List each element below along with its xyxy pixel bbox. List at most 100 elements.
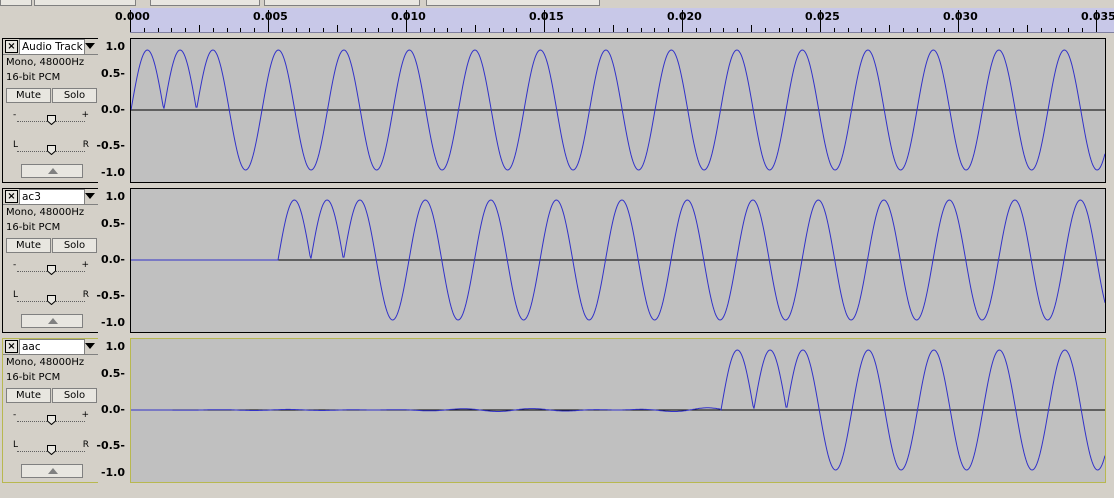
pan-left-label: L: [13, 140, 19, 150]
track-name-menu[interactable]: aac: [19, 339, 85, 355]
gain-slider[interactable]: - +: [13, 260, 89, 277]
close-track-icon[interactable]: ×: [5, 40, 18, 53]
pan-slider[interactable]: L R: [13, 440, 89, 457]
ruler-tick: [392, 28, 394, 32]
collapse-track-button[interactable]: [21, 164, 83, 178]
mute-button[interactable]: Mute: [6, 88, 51, 103]
ruler-tick: [613, 25, 614, 32]
gain-plus-label: +: [81, 410, 89, 420]
collapse-track-button[interactable]: [21, 464, 83, 478]
ruler-tick: [1082, 28, 1084, 32]
amplitude-label: 1.0: [105, 40, 126, 53]
pan-slider[interactable]: L R: [13, 290, 89, 307]
collapse-arrow-icon: [48, 318, 58, 324]
ruler-tick: [709, 28, 711, 32]
amplitude-label: 0.5-: [100, 217, 125, 230]
gain-minus-label: -: [13, 410, 17, 420]
amplitude-label: 0.5-: [100, 367, 125, 380]
toolbar-control[interactable]: [264, 0, 420, 6]
ruler-tick: [640, 28, 642, 32]
solo-button[interactable]: Solo: [52, 388, 97, 403]
ruler-tick-label: 0.010: [391, 10, 426, 23]
pan-right-label: R: [82, 440, 89, 450]
ruler-tick: [295, 28, 297, 32]
ruler-tick: [1013, 28, 1015, 32]
ruler-tick: [1027, 25, 1028, 32]
mute-solo-row: Mute Solo: [6, 388, 97, 403]
pan-slider[interactable]: L R: [13, 140, 89, 157]
mute-button[interactable]: Mute: [6, 238, 51, 253]
chevron-down-icon[interactable]: [85, 43, 95, 49]
chevron-down-icon[interactable]: [85, 343, 95, 349]
amplitude-label: -1.0: [100, 316, 125, 329]
track-name-menu[interactable]: ac3: [19, 189, 85, 205]
solo-button[interactable]: Solo: [52, 238, 97, 253]
toolbar-control[interactable]: [34, 0, 136, 6]
track-format: Mono, 48000Hz: [6, 357, 85, 368]
ruler-tick: [1054, 28, 1056, 32]
track-format: Mono, 48000Hz: [6, 207, 85, 218]
ruler-tick: [916, 28, 918, 32]
chevron-down-icon[interactable]: [85, 193, 95, 199]
track-control-panel: × ac3 Mono, 48000Hz 16-bit PCM Mute Solo…: [2, 188, 99, 333]
amplitude-label: -0.5-: [96, 289, 125, 302]
audio-track: × Audio Track Mono, 48000Hz 16-bit PCM M…: [0, 38, 1108, 185]
top-toolbar-strip: [0, 0, 1114, 8]
gain-slider[interactable]: - +: [13, 410, 89, 427]
amplitude-label: 0.0-: [100, 103, 125, 116]
ruler-tick: [226, 28, 228, 32]
ruler-tick-label: 0.030: [943, 10, 978, 23]
ruler-tick: [971, 28, 973, 32]
ruler-tick: [378, 28, 380, 32]
ruler-tick: [792, 28, 794, 32]
track-name-row: × ac3: [3, 189, 98, 205]
ruler-tick: [143, 28, 145, 32]
mute-button[interactable]: Mute: [6, 388, 51, 403]
ruler-tick: [433, 28, 435, 32]
amplitude-label: 0.0-: [100, 403, 125, 416]
timeline-ruler[interactable]: 0.000 0.005 0.010 0.015 0.020 0.025 0.03…: [115, 8, 1114, 33]
ruler-tick: [557, 28, 559, 32]
gain-slider-thumb-icon[interactable]: [47, 265, 56, 275]
gain-slider-thumb-icon[interactable]: [47, 115, 56, 125]
track-name-row: × aac: [3, 339, 98, 355]
ruler-tick: [764, 28, 766, 32]
pan-slider-thumb-icon[interactable]: [47, 145, 56, 155]
ruler-tick-label: 0.005: [253, 10, 288, 23]
ruler-tick-label: 0.015: [529, 10, 564, 23]
gain-slider-thumb-icon[interactable]: [47, 415, 56, 425]
ruler-tick: [820, 10, 821, 32]
ruler-tick: [337, 25, 338, 32]
ruler-tick: [985, 28, 987, 32]
close-track-icon[interactable]: ×: [5, 340, 18, 353]
ruler-tick: [254, 28, 256, 32]
pan-left-label: L: [13, 440, 19, 450]
pan-slider-thumb-icon[interactable]: [47, 295, 56, 305]
ruler-tick: [930, 28, 932, 32]
amplitude-label: 0.0-: [100, 253, 125, 266]
amplitude-ruler: 1.0 0.5- 0.0- -0.5- -1.0: [96, 188, 130, 333]
amplitude-label: -1.0: [100, 166, 125, 179]
track-control-panel: × Audio Track Mono, 48000Hz 16-bit PCM M…: [2, 38, 99, 183]
collapse-track-button[interactable]: [21, 314, 83, 328]
waveform-area[interactable]: [130, 188, 1106, 333]
close-track-icon[interactable]: ×: [5, 190, 18, 203]
ruler-tick: [1040, 28, 1042, 32]
waveform-svg: [131, 349, 1105, 471]
pan-slider-thumb-icon[interactable]: [47, 445, 56, 455]
waveform-area[interactable]: [130, 338, 1106, 483]
toolbar-control[interactable]: [426, 0, 600, 6]
toolbar-control[interactable]: [150, 0, 260, 6]
ruler-tick: [682, 10, 683, 32]
ruler-tick: [958, 10, 959, 32]
gain-plus-label: +: [81, 110, 89, 120]
ruler-tick: [185, 28, 187, 32]
solo-button[interactable]: Solo: [52, 88, 97, 103]
ruler-tick: [1068, 28, 1070, 32]
track-name-menu[interactable]: Audio Track: [19, 39, 85, 55]
waveform-area[interactable]: [130, 38, 1106, 183]
track-control-panel: × aac Mono, 48000Hz 16-bit PCM Mute Solo…: [2, 338, 99, 483]
ruler-tick: [654, 28, 656, 32]
gain-slider[interactable]: - +: [13, 110, 89, 127]
toolbar-control[interactable]: [0, 0, 32, 6]
